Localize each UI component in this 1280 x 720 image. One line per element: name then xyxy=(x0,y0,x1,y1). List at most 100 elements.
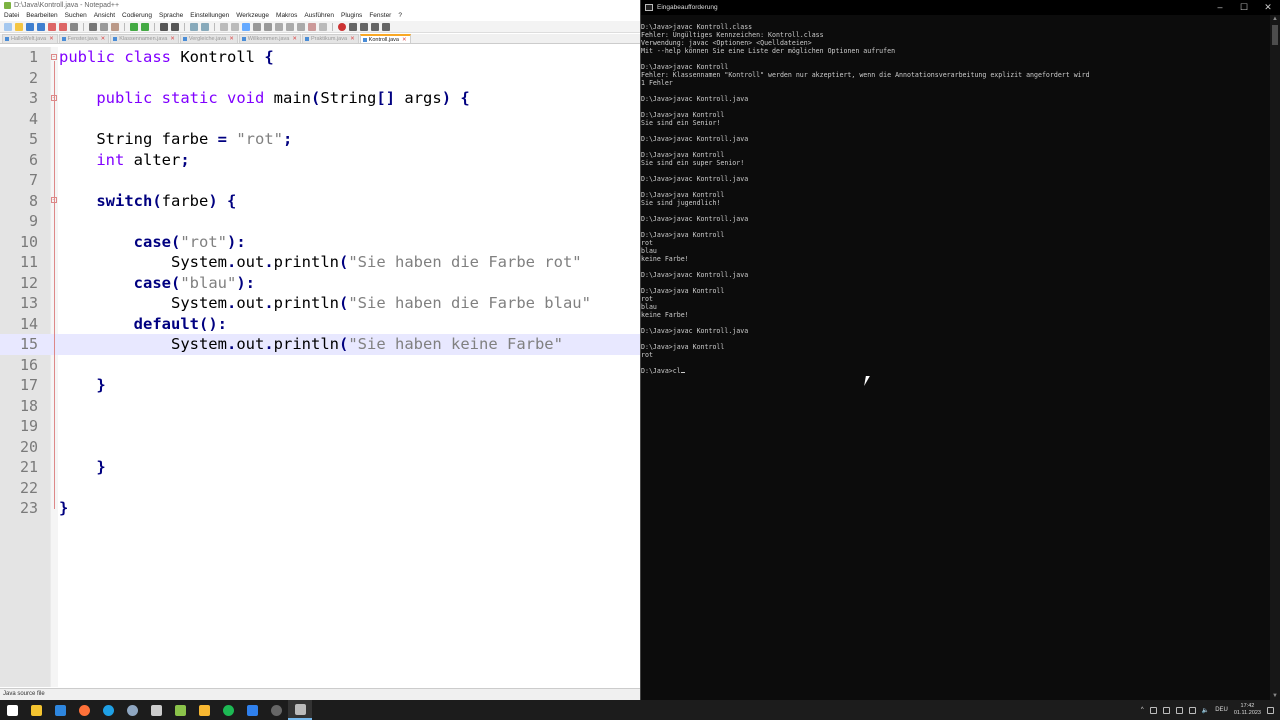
code-line[interactable]: 16 xyxy=(0,355,640,376)
tray-app-icon[interactable] xyxy=(1162,706,1170,714)
find-icon[interactable] xyxy=(160,22,168,31)
close-tab-icon[interactable]: ✕ xyxy=(292,36,297,42)
notifications-icon[interactable] xyxy=(1267,706,1274,714)
menu-item[interactable]: Datei xyxy=(4,11,19,21)
doc-map-icon[interactable] xyxy=(286,22,294,31)
menu-item[interactable]: ? xyxy=(398,11,402,21)
menu-item[interactable]: Suchen xyxy=(65,11,87,21)
stop-macro-icon[interactable] xyxy=(349,22,357,31)
clock[interactable]: 17:42 01.11.2023 xyxy=(1234,703,1261,717)
volume-icon[interactable]: 🔈 xyxy=(1202,707,1209,714)
code-line[interactable]: 2 xyxy=(0,68,640,89)
run-macro-multiple-icon[interactable] xyxy=(371,22,379,31)
code-line[interactable]: 8 switch(farbe) { xyxy=(0,191,640,212)
scroll-down-icon[interactable]: ▼ xyxy=(1270,692,1280,700)
close-tab-icon[interactable]: ✕ xyxy=(101,36,106,42)
print-icon[interactable] xyxy=(70,22,78,31)
code-line[interactable]: 7 xyxy=(0,170,640,191)
tray-app-icon[interactable] xyxy=(1149,706,1157,714)
indent-guide-icon[interactable] xyxy=(264,22,272,31)
menu-item[interactable]: Einstellungen xyxy=(190,11,229,21)
zoom-in-icon[interactable] xyxy=(190,22,198,31)
save-icon[interactable] xyxy=(26,22,34,31)
tray-app-icon[interactable] xyxy=(1175,706,1183,714)
sync-h-icon[interactable] xyxy=(231,22,239,31)
undo-icon[interactable] xyxy=(130,22,138,31)
show-all-chars-icon[interactable] xyxy=(253,22,261,31)
code-line[interactable]: 18 xyxy=(0,396,640,417)
code-line[interactable]: 9 xyxy=(0,211,640,232)
code-line[interactable]: 11 System.out.println("Sie haben die Far… xyxy=(0,252,640,273)
menu-item[interactable]: Ausführen xyxy=(304,11,334,21)
code-line[interactable]: 17 } xyxy=(0,375,640,396)
menu-item[interactable]: Plugins xyxy=(341,11,362,21)
menu-item[interactable]: Ansicht xyxy=(94,11,115,21)
folder-workspace-icon[interactable] xyxy=(308,22,316,31)
edge-icon[interactable] xyxy=(96,700,120,720)
vscode-icon[interactable] xyxy=(240,700,264,720)
code-line[interactable]: 5 String farbe = "rot"; xyxy=(0,129,640,150)
code-line[interactable]: 21 } xyxy=(0,457,640,478)
close-tab-icon[interactable]: ✕ xyxy=(402,37,407,43)
code-editor[interactable]: 1 public class Kontroll {2 3 public static… xyxy=(0,47,640,687)
code-line[interactable]: 23} xyxy=(0,498,640,519)
network-icon[interactable] xyxy=(1188,706,1196,714)
close-icon[interactable]: ✕ xyxy=(1256,0,1280,15)
new-file-icon[interactable] xyxy=(4,22,12,31)
file-tab[interactable]: Vergleiche.java ✕ xyxy=(179,34,238,43)
obs-icon[interactable] xyxy=(264,700,288,720)
console-scrollbar[interactable]: ▲ ▼ xyxy=(1270,15,1280,700)
save-macro-icon[interactable] xyxy=(382,22,390,31)
language-indicator[interactable]: DEU xyxy=(1215,707,1228,713)
word-wrap-icon[interactable] xyxy=(242,22,250,31)
zoom-out-icon[interactable] xyxy=(201,22,209,31)
scroll-up-icon[interactable]: ▲ xyxy=(1270,15,1280,23)
udl-icon[interactable] xyxy=(275,22,283,31)
replace-icon[interactable] xyxy=(171,22,179,31)
cut-icon[interactable] xyxy=(89,22,97,31)
menu-item[interactable]: Fenster xyxy=(369,11,391,21)
start-icon[interactable] xyxy=(0,700,24,720)
save-all-icon[interactable] xyxy=(37,22,45,31)
code-line[interactable]: 1 public class Kontroll { xyxy=(0,47,640,68)
file-tab[interactable]: Fenster.java ✕ xyxy=(58,34,110,43)
minimize-icon[interactable]: – xyxy=(1208,0,1232,15)
open-file-icon[interactable] xyxy=(15,22,23,31)
steam-icon[interactable] xyxy=(120,700,144,720)
function-list-icon[interactable] xyxy=(297,22,305,31)
copy-icon[interactable] xyxy=(100,22,108,31)
file-tab[interactable]: Kontroll.java ✕ xyxy=(359,34,411,43)
close-all-icon[interactable] xyxy=(59,22,67,31)
menu-item[interactable]: Codierung xyxy=(122,11,152,21)
redo-icon[interactable] xyxy=(141,22,149,31)
code-line[interactable]: 14 default(): xyxy=(0,314,640,335)
play-macro-icon[interactable] xyxy=(360,22,368,31)
tray-chevron-icon[interactable]: ^ xyxy=(1141,707,1144,713)
menu-item[interactable]: Werkzeuge xyxy=(236,11,269,21)
cmd-icon[interactable] xyxy=(288,700,312,720)
fold-toggle-icon[interactable]: − xyxy=(51,54,57,60)
monitoring-icon[interactable] xyxy=(319,22,327,31)
scroll-thumb[interactable] xyxy=(1272,25,1278,45)
console-prompt[interactable]: D:\Java>cl xyxy=(641,367,1269,375)
code-line[interactable]: 12 case("blau"): xyxy=(0,273,640,294)
menu-item[interactable]: Sprache xyxy=(159,11,183,21)
spotify-icon[interactable] xyxy=(216,700,240,720)
mail-icon[interactable] xyxy=(48,700,72,720)
menu-item[interactable]: Makros xyxy=(276,11,297,21)
paste-icon[interactable] xyxy=(111,22,119,31)
close-tab-icon[interactable]: ✕ xyxy=(170,36,175,42)
firefox-icon[interactable] xyxy=(72,700,96,720)
code-line[interactable]: 13 System.out.println("Sie haben die Far… xyxy=(0,293,640,314)
file-tab[interactable]: Praktikum.java ✕ xyxy=(301,34,359,43)
code-line[interactable]: 15 System.out.println("Sie haben keine F… xyxy=(0,334,640,355)
close-tab-icon[interactable]: ✕ xyxy=(49,36,54,42)
file-tab[interactable]: Willkommen.java ✕ xyxy=(238,34,301,43)
console-output[interactable]: D:\Java>javac Kontroll.class Fehler: Ungü… xyxy=(641,23,1269,375)
code-line[interactable]: 20 xyxy=(0,437,640,458)
close-file-icon[interactable] xyxy=(48,22,56,31)
menu-item[interactable]: Bearbeiten xyxy=(26,11,57,21)
file-tab[interactable]: HalloWelt.java ✕ xyxy=(2,34,58,43)
paint-icon[interactable] xyxy=(192,700,216,720)
code-line[interactable]: 22 xyxy=(0,478,640,499)
